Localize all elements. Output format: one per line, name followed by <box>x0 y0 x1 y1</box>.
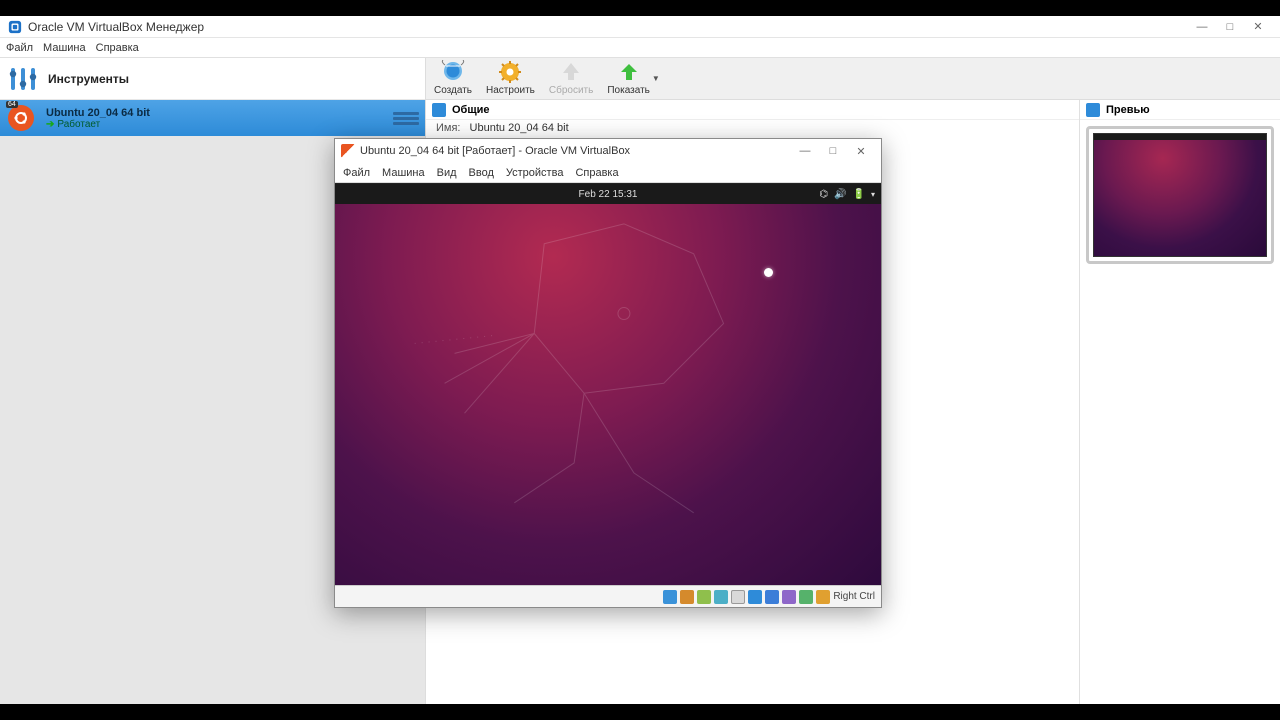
vm-window-maximize-button[interactable]: □ <box>819 142 847 160</box>
general-section-icon <box>432 103 446 117</box>
section-preview-header[interactable]: Превью <box>1080 100 1280 120</box>
vm-list-item-selected[interactable]: 64 Ubuntu 20_04 64 bit ➔ Работает <box>0 100 425 136</box>
section-general-title: Общие <box>452 104 490 116</box>
manager-title-bar[interactable]: Oracle VM VirtualBox Менеджер — □ ✕ <box>0 16 1280 38</box>
status-optical-icon[interactable] <box>680 590 694 604</box>
vm-window-app-icon <box>341 144 355 158</box>
letterbox-top <box>0 0 1280 16</box>
preview-section-icon <box>1086 103 1100 117</box>
letterbox-bottom <box>0 704 1280 720</box>
host-key-indicator[interactable]: Right Ctrl <box>833 591 875 602</box>
vm-menu-machine[interactable]: Машина <box>382 167 425 179</box>
guest-top-bar[interactable]: Feb 22 15:31 ⌬ 🔊 🔋 ▾ <box>335 184 881 204</box>
section-general-header[interactable]: Общие <box>426 100 1079 120</box>
status-cpu-icon[interactable] <box>799 590 813 604</box>
main-toolbar: Создать Настроить Сбросить Показать ▼ <box>426 58 1280 100</box>
detail-name-value: Ubuntu 20_04 64 bit <box>470 122 569 134</box>
status-shared-folders-icon[interactable] <box>748 590 762 604</box>
toolbar-create-button[interactable]: Создать <box>430 60 476 96</box>
battery-icon[interactable]: 🔋 <box>853 189 865 200</box>
status-mouse-icon[interactable] <box>816 590 830 604</box>
menu-help[interactable]: Справка <box>96 42 139 54</box>
status-display-icon[interactable] <box>765 590 779 604</box>
chevron-down-icon[interactable]: ▾ <box>871 190 875 199</box>
volume-icon[interactable]: 🔊 <box>834 189 846 200</box>
vm-name: Ubuntu 20_04 64 bit <box>46 107 150 119</box>
vm-window-close-button[interactable]: ✕ <box>847 142 875 160</box>
guest-system-tray[interactable]: ⌬ 🔊 🔋 ▾ <box>819 189 875 200</box>
arch-badge: 64 <box>6 101 18 108</box>
status-audio-icon[interactable] <box>697 590 711 604</box>
vm-window-title-text: Ubuntu 20_04 64 bit [Работает] - Oracle … <box>360 145 630 157</box>
vm-status: ➔ Работает <box>46 119 150 130</box>
vm-menu-input[interactable]: Ввод <box>469 167 494 179</box>
detail-name-key: Имя: <box>436 122 460 134</box>
ubuntu-wallpaper-art <box>335 184 881 583</box>
vm-menu-view[interactable]: Вид <box>437 167 457 179</box>
preview-thumbnail[interactable] <box>1093 133 1267 257</box>
manager-menu-bar: Файл Машина Справка <box>0 38 1280 58</box>
section-preview-title: Превью <box>1106 104 1150 116</box>
status-usb-icon[interactable] <box>731 590 745 604</box>
running-arrow-icon: ➔ <box>46 119 54 130</box>
guest-cursor-icon <box>764 268 773 277</box>
vm-window-menu-bar: Файл Машина Вид Ввод Устройства Справка <box>335 163 881 183</box>
vm-status-text: Работает <box>57 119 100 130</box>
detail-name-row: Имя: Ubuntu 20_04 64 bit <box>426 120 1079 136</box>
status-hdd-icon[interactable] <box>663 590 677 604</box>
manager-maximize-button[interactable]: □ <box>1216 18 1244 36</box>
vm-running-window[interactable]: Ubuntu 20_04 64 bit [Работает] - Oracle … <box>334 138 882 608</box>
tools-label: Инструменты <box>48 72 129 86</box>
ubuntu-os-icon: 64 <box>8 103 38 133</box>
vm-menu-devices[interactable]: Устройства <box>506 167 564 179</box>
chevron-down-icon[interactable]: ▼ <box>652 74 660 83</box>
vm-item-menu-button[interactable] <box>393 108 419 128</box>
vm-window-title-bar[interactable]: Ubuntu 20_04 64 bit [Работает] - Oracle … <box>335 139 881 163</box>
manager-minimize-button[interactable]: — <box>1188 18 1216 36</box>
menu-machine[interactable]: Машина <box>43 42 86 54</box>
preview-frame <box>1086 126 1274 264</box>
guest-display[interactable]: Feb 22 15:31 ⌬ 🔊 🔋 ▾ <box>335 183 881 585</box>
preview-pane: Превью <box>1080 100 1280 704</box>
status-recording-icon[interactable] <box>782 590 796 604</box>
manager-close-button[interactable]: ✕ <box>1244 18 1272 36</box>
virtualbox-app-icon <box>8 20 22 34</box>
toolbar-reset-button: Сбросить <box>545 60 597 96</box>
status-network-icon[interactable] <box>714 590 728 604</box>
tools-icon <box>8 62 38 96</box>
tools-row[interactable]: Инструменты <box>0 58 425 100</box>
guest-clock: Feb 22 15:31 <box>579 189 638 200</box>
vm-window-minimize-button[interactable]: — <box>791 142 819 160</box>
toolbar-show-button[interactable]: Показать ▼ <box>603 60 663 96</box>
vm-menu-file[interactable]: Файл <box>343 167 370 179</box>
network-icon[interactable]: ⌬ <box>819 189 828 200</box>
vm-menu-help[interactable]: Справка <box>575 167 618 179</box>
menu-file[interactable]: Файл <box>6 42 33 54</box>
vm-status-bar: Right Ctrl <box>335 585 881 607</box>
manager-title-text: Oracle VM VirtualBox Менеджер <box>28 20 204 34</box>
toolbar-configure-button[interactable]: Настроить <box>482 60 539 96</box>
